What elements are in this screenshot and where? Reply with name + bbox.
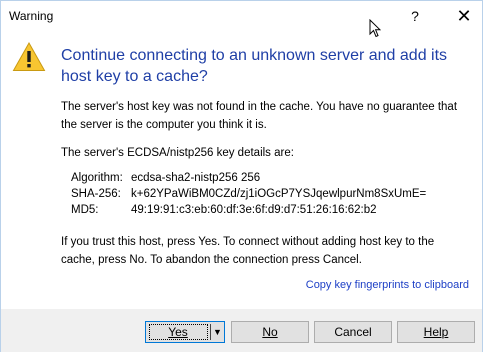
key-detail-label: SHA-256: <box>71 188 121 200</box>
dialog-window: Warning ? ✕ Continue connecting to an un… <box>0 0 483 352</box>
key-detail-row: Algorithm: ecdsa-sha2-nistp256 256 <box>71 170 426 186</box>
help-button[interactable]: Help <box>397 321 475 343</box>
dialog-heading: Continue connecting to an unknown server… <box>61 47 448 85</box>
no-button[interactable]: No <box>231 321 309 343</box>
yes-split-button[interactable]: Yes ▼ <box>145 321 225 343</box>
key-detail-value: ecdsa-sha2-nistp256 256 <box>131 172 261 184</box>
key-detail-value: 49:19:91:c3:eb:60:df:3e:6f:d9:d7:51:26:1… <box>131 204 377 216</box>
key-detail-value: k+62YPaWiBM0CZd/zj1iOGcP7YSJqewlpurNm8Sx… <box>131 188 427 200</box>
window-title: Warning <box>9 9 54 23</box>
cancel-button-label: Cancel <box>334 325 372 339</box>
help-button-label: Help <box>423 325 449 339</box>
key-details-caption: The server's ECDSA/nistp256 key details … <box>61 147 294 159</box>
instructions-message: If you trust this host, press Yes. To co… <box>61 236 435 266</box>
key-details-list: Algorithm: ecdsa-sha2-nistp256 256 SHA-2… <box>71 170 426 218</box>
not-found-message: The server's host key was not found in t… <box>61 101 458 131</box>
key-detail-row: SHA-256: k+62YPaWiBM0CZd/zj1iOGcP7YSJqew… <box>71 186 426 202</box>
close-icon[interactable]: ✕ <box>449 1 479 31</box>
key-detail-label: MD5: <box>71 204 99 216</box>
focus-rectangle <box>149 324 208 340</box>
mouse-cursor-icon <box>369 19 381 38</box>
warning-icon <box>12 41 46 71</box>
title-bar[interactable]: Warning ? ✕ <box>1 1 482 31</box>
no-button-label: No <box>262 325 278 339</box>
key-detail-row: MD5: 49:19:91:c3:eb:60:df:3e:6f:d9:d7:51… <box>71 202 426 218</box>
key-detail-label: Algorithm: <box>71 172 123 184</box>
cancel-button[interactable]: Cancel <box>314 321 392 343</box>
yes-button[interactable]: Yes <box>146 322 210 342</box>
help-icon[interactable]: ? <box>405 1 425 31</box>
button-bar: Yes ▼ No Cancel Help <box>1 309 482 352</box>
dropdown-arrow-icon[interactable]: ▼ <box>211 322 224 342</box>
copy-fingerprints-link[interactable]: Copy key fingerprints to clipboard <box>306 279 469 291</box>
